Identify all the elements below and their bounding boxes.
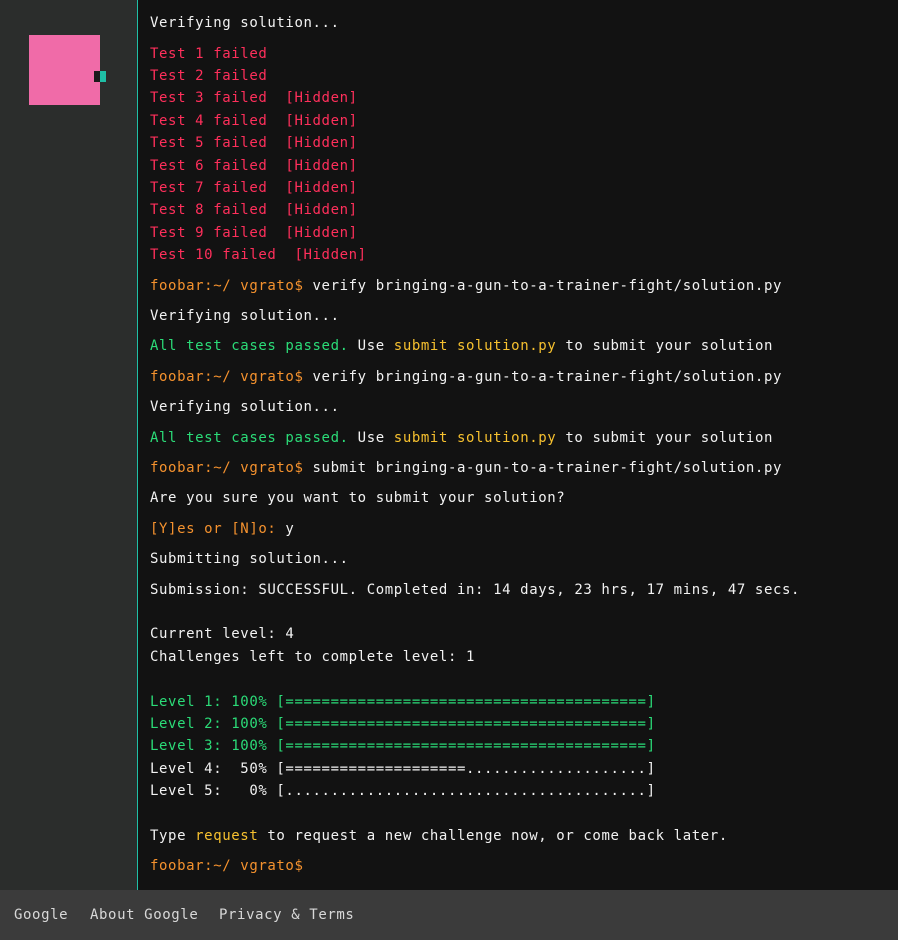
footer-link-about-google[interactable]: About Google [90, 907, 198, 923]
passed-line: All test cases passed. Use submit soluti… [150, 430, 774, 446]
test-result: Test 2 failed [150, 68, 268, 84]
level-progress: Level 2: 100% [=========================… [150, 716, 656, 732]
test-result: Test 3 failed [Hidden] [150, 90, 358, 106]
avatar [29, 35, 106, 105]
prompt: foobar:~/ vgrato$ [150, 369, 304, 385]
command-line: foobar:~/ vgrato$ verify bringing-a-gun-… [150, 369, 783, 385]
current-level: Current level: 4 [150, 626, 295, 642]
request-hint: Type request to request a new challenge … [150, 828, 728, 844]
challenges-left: Challenges left to complete level: 1 [150, 649, 476, 665]
terminal[interactable]: Verifying solution... Test 1 failed Test… [150, 0, 890, 890]
level-progress: Level 4: 50% [====================......… [150, 761, 656, 777]
level-progress: Level 5: 0% [...........................… [150, 783, 656, 799]
command-line: foobar:~/ vgrato$ submit bringing-a-gun-… [150, 460, 783, 476]
test-result: Test 9 failed [Hidden] [150, 225, 358, 241]
level-progress: Level 3: 100% [=========================… [150, 738, 656, 754]
passed-line: All test cases passed. Use submit soluti… [150, 338, 774, 354]
prompt: foobar:~/ vgrato$ [150, 460, 304, 476]
footer-link-google[interactable]: Google [14, 907, 68, 923]
level-progress: Level 1: 100% [=========================… [150, 694, 656, 710]
yes-no-line: [Y]es or [N]o: y [150, 521, 295, 537]
verifying-text-2: Verifying solution... [150, 308, 340, 324]
test-result: Test 6 failed [Hidden] [150, 158, 358, 174]
command-line: foobar:~/ vgrato$ verify bringing-a-gun-… [150, 278, 783, 294]
prompt: foobar:~/ vgrato$ [150, 858, 304, 874]
confirm-question: Are you sure you want to submit your sol… [150, 490, 566, 506]
prompt: foobar:~/ vgrato$ [150, 278, 304, 294]
test-result: Test 1 failed [150, 46, 268, 62]
verifying-text-1: Verifying solution... [150, 15, 340, 31]
test-result: Test 5 failed [Hidden] [150, 135, 358, 151]
submit-command-hint: submit solution.py [393, 338, 557, 354]
sidebar [0, 0, 138, 890]
footer: Google About Google Privacy & Terms [0, 890, 898, 940]
test-result: Test 7 failed [Hidden] [150, 180, 358, 196]
test-result: Test 4 failed [Hidden] [150, 113, 358, 129]
submit-command-hint: submit solution.py [393, 430, 557, 446]
test-result: Test 10 failed [Hidden] [150, 247, 367, 263]
active-prompt[interactable]: foobar:~/ vgrato$ [150, 857, 304, 875]
test-result: Test 8 failed [Hidden] [150, 202, 358, 218]
submitting-text: Submitting solution... [150, 551, 349, 567]
submission-result: Submission: SUCCESSFUL. Completed in: 14… [150, 582, 801, 598]
request-command-hint: request [195, 828, 259, 844]
footer-link-privacy-terms[interactable]: Privacy & Terms [219, 907, 354, 923]
verifying-text-3: Verifying solution... [150, 399, 340, 415]
avatar-eye-teal [100, 71, 106, 82]
